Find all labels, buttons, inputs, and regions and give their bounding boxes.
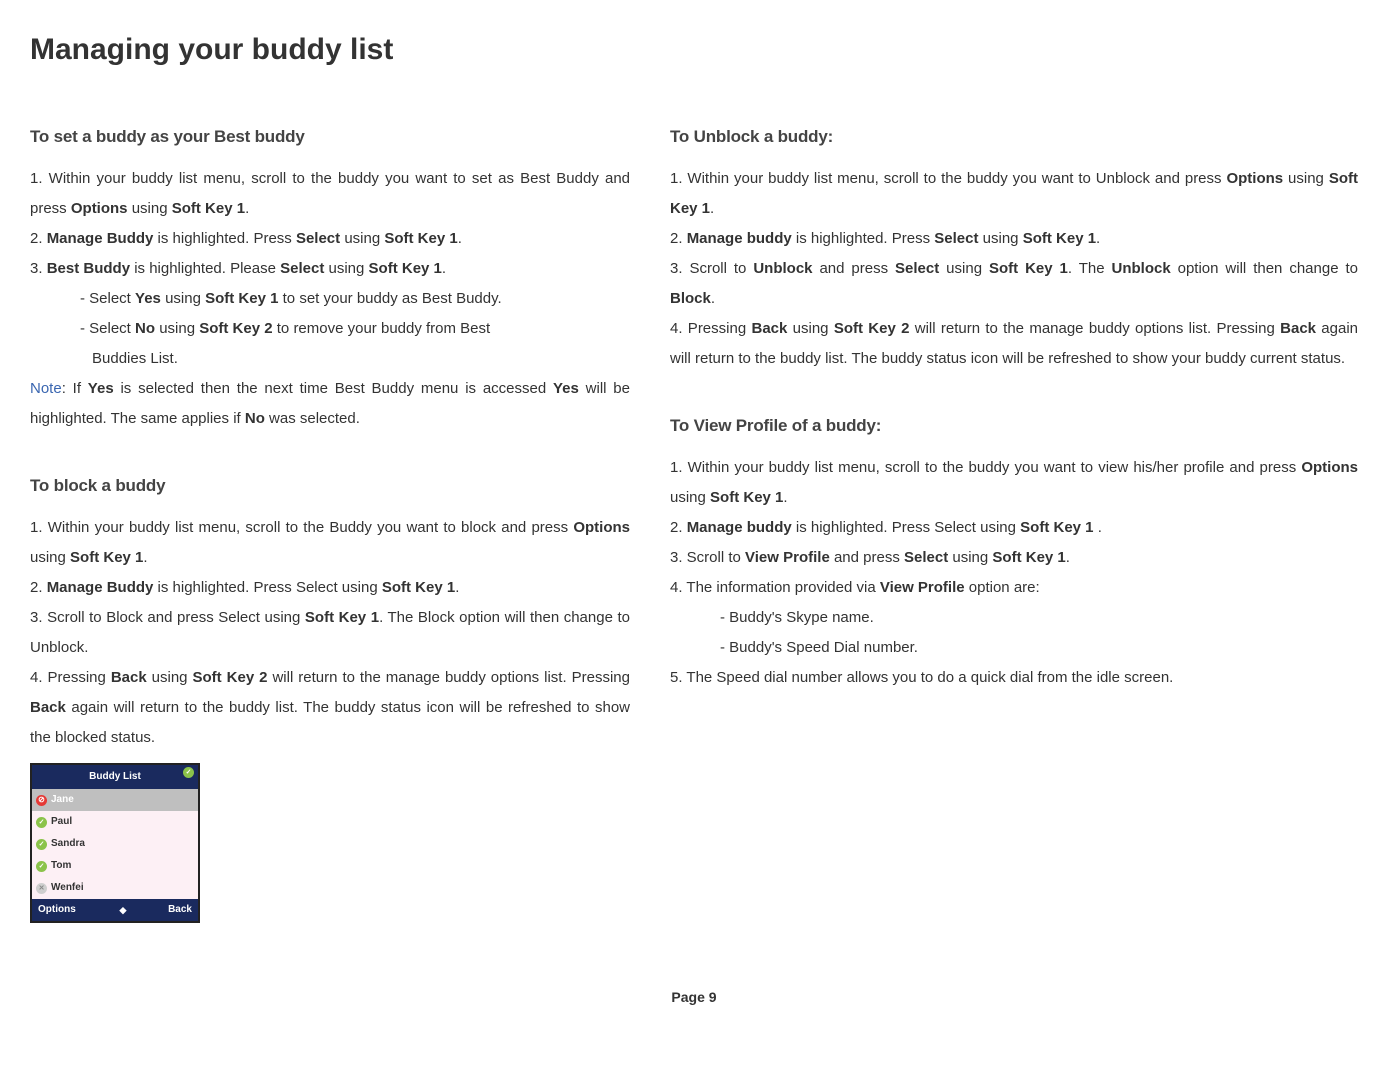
section-block-buddy: To block a buddy 1. Within your buddy li… (30, 469, 630, 923)
buddy-name: Wenfei (51, 878, 84, 898)
softkey-back: Back (168, 900, 192, 920)
section-best-buddy: To set a buddy as your Best buddy 1. Wit… (30, 120, 630, 434)
heading-unblock-buddy: To Unblock a buddy: (670, 120, 1358, 154)
step-text: 5. The Speed dial number allows you to d… (670, 663, 1358, 693)
step-text: 2. Manage Buddy is highlighted. Press Se… (30, 224, 630, 254)
note-text: Note: If Yes is selected then the next t… (30, 374, 630, 434)
buddy-list-header: Buddy List (32, 765, 198, 789)
heading-view-profile: To View Profile of a buddy: (670, 409, 1358, 443)
sub-step: - Select No using Soft Key 2 to remove y… (30, 314, 630, 344)
page-number: Page 9 (30, 983, 1358, 1011)
step-text: 3. Best Buddy is highlighted. Please Sel… (30, 254, 630, 284)
step-text: 4. Pressing Back using Soft Key 2 will r… (670, 314, 1358, 374)
step-text: 3. Scroll to Block and press Select usin… (30, 603, 630, 663)
step-text: 1. Within your buddy list menu, scroll t… (670, 164, 1358, 224)
nav-arrows-icon: ◆ (119, 901, 124, 919)
step-text: 2. Manage buddy is highlighted. Press Se… (670, 513, 1358, 543)
softkey-options: Options (38, 900, 76, 920)
step-text: 4. Pressing Back using Soft Key 2 will r… (30, 663, 630, 753)
status-online-icon (36, 839, 47, 850)
step-text: 2. Manage buddy is highlighted. Press Se… (670, 224, 1358, 254)
step-text: 2. Manage Buddy is highlighted. Press Se… (30, 573, 630, 603)
buddy-name: Paul (51, 812, 72, 832)
buddy-row: Paul (32, 811, 198, 833)
section-unblock-buddy: To Unblock a buddy: 1. Within your buddy… (670, 120, 1358, 374)
left-column: To set a buddy as your Best buddy 1. Wit… (30, 120, 630, 958)
step-text: 1. Within your buddy list menu, scroll t… (30, 164, 630, 224)
buddy-list-footer: Options ◆ Back (32, 899, 198, 921)
section-view-profile: To View Profile of a buddy: 1. Within yo… (670, 409, 1358, 693)
buddy-name: Jane (51, 790, 74, 810)
buddy-row: Wenfei (32, 877, 198, 899)
buddy-row: Sandra (32, 833, 198, 855)
sub-step: - Buddy's Speed Dial number. (670, 633, 1358, 663)
heading-block-buddy: To block a buddy (30, 469, 630, 503)
status-online-icon (183, 767, 194, 778)
status-blocked-icon (36, 795, 47, 806)
step-text: 1. Within your buddy list menu, scroll t… (670, 453, 1358, 513)
heading-best-buddy: To set a buddy as your Best buddy (30, 120, 630, 154)
sub-step: - Select Yes using Soft Key 1 to set you… (30, 284, 630, 314)
buddy-name: Sandra (51, 834, 85, 854)
step-text: 3. Scroll to View Profile and press Sele… (670, 543, 1358, 573)
right-column: To Unblock a buddy: 1. Within your buddy… (670, 120, 1358, 958)
page-title: Managing your buddy list (30, 20, 1358, 80)
buddy-list-title: Buddy List (89, 771, 141, 782)
sub-step: Buddies List. (30, 344, 630, 374)
status-offline-icon (36, 883, 47, 894)
buddy-row: Tom (32, 855, 198, 877)
sub-step: - Buddy's Skype name. (670, 603, 1358, 633)
buddy-name: Tom (51, 856, 71, 876)
step-text: 3. Scroll to Unblock and press Select us… (670, 254, 1358, 314)
content-columns: To set a buddy as your Best buddy 1. Wit… (30, 120, 1358, 958)
buddy-row: Jane (32, 789, 198, 811)
step-text: 4. The information provided via View Pro… (670, 573, 1358, 603)
step-text: 1. Within your buddy list menu, scroll t… (30, 513, 630, 573)
buddy-list-widget: Buddy List JanePaulSandraTomWenfei Optio… (30, 763, 200, 923)
note-label: Note (30, 380, 62, 397)
status-online-icon (36, 861, 47, 872)
status-online-icon (36, 817, 47, 828)
